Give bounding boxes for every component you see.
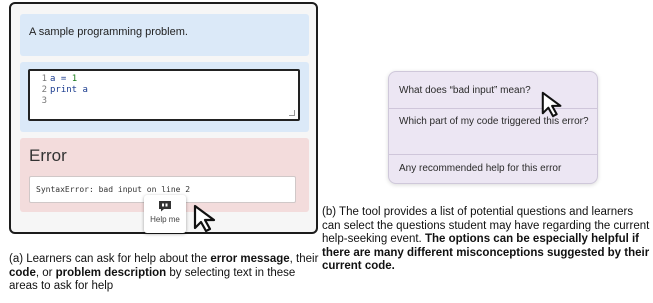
problem-description[interactable]: A sample programming problem. [20,14,309,56]
question-option[interactable]: Any recommended help for this error [399,162,591,175]
error-title: Error [29,146,67,165]
line-number: 3 [41,96,47,106]
mouse-pointer-icon [541,91,562,118]
caption-a: (a) Learners can ask for help about the … [9,253,319,292]
code-area: 1 a = 1 2 print a 3 [20,62,309,132]
help-me-label: Help me [150,215,180,224]
code-text: a = 1 [50,74,78,84]
line-number: 2 [41,85,47,95]
mouse-pointer-icon [193,204,216,233]
resize-handle[interactable] [289,110,295,116]
help-me-button[interactable]: Help me [144,195,186,233]
suggested-questions-menu: What does “bad input” mean? Which part o… [388,71,598,184]
option-divider [389,154,597,155]
caption-b: (b) The tool provides a list of potentia… [322,206,650,272]
comment-quote-icon [159,201,171,212]
code-editor[interactable]: 1 a = 1 2 print a 3 [28,69,300,121]
code-line: 2 print a [30,85,298,96]
code-text: print a [50,85,88,95]
code-line: 3 [30,96,298,107]
line-number: 1 [41,74,47,84]
code-line: 1 a = 1 [30,74,298,85]
